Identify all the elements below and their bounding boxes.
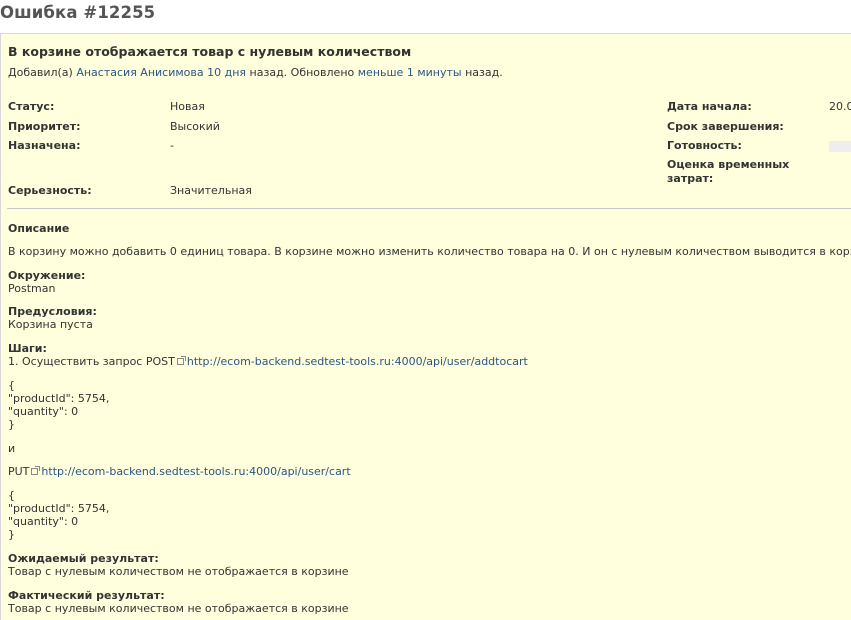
due-date-label: Срок завершения: <box>667 120 784 133</box>
description-intro: В корзину можно добавить 0 единиц товара… <box>8 245 851 258</box>
body1-line-1: { <box>8 379 15 392</box>
preconditions-value: Корзина пуста <box>8 318 93 331</box>
issue-page: Ошибка #12255 В корзине отображается тов… <box>0 0 851 620</box>
body1-line-4: } <box>8 418 15 431</box>
body2-line-1: { <box>8 489 15 502</box>
severity-value: Значительная <box>170 184 252 197</box>
updated-suffix: назад. <box>465 66 503 79</box>
status-value: Новая <box>170 100 205 113</box>
assigned-value: - <box>170 139 174 152</box>
put-request: PUT http://ecom-backend.sedtest-tools.ru:… <box>8 465 351 478</box>
issue-details-box: В корзине отображается товар с нулевым к… <box>0 33 851 620</box>
expected-label: Ожидаемый результат: <box>8 552 159 565</box>
preconditions-label: Предусловия: <box>8 305 97 318</box>
page-title: Ошибка #12255 <box>0 3 156 22</box>
external-link-icon <box>176 356 186 365</box>
created-ago-link[interactable]: 10 дня <box>207 66 246 79</box>
environment-label: Окружение: <box>8 269 86 282</box>
addtocart-url-link[interactable]: http://ecom-backend.sedtest-tools.ru:400… <box>187 355 528 368</box>
environment-value: Postman <box>8 282 56 295</box>
body1-line-3: "quantity": 0 <box>8 405 79 418</box>
divider <box>7 208 851 209</box>
estimate-label-line2: затрат: <box>667 172 714 185</box>
actual-label: Фактический результат: <box>8 589 165 602</box>
body2-line-2: "productId": 5754, <box>8 502 110 515</box>
priority-label: Приоритет: <box>8 120 81 133</box>
step-1: 1. Осуществить запрос POST http://ecom-ba… <box>8 355 528 368</box>
steps-label: Шаги: <box>8 342 47 355</box>
body2-line-4: } <box>8 528 15 541</box>
external-link-icon <box>31 466 41 475</box>
actual-value: Товар с нулевым количеством не отображае… <box>8 602 349 615</box>
author-line: Добавил(а) Анастасия Анисимова 10 дня на… <box>8 66 503 79</box>
start-date-value: 20.0 <box>829 100 851 113</box>
step-1-text: 1. Осуществить запрос POST <box>8 355 175 368</box>
description-heading: Описание <box>8 222 70 235</box>
assigned-label: Назначена: <box>8 139 81 152</box>
body2-line-3: "quantity": 0 <box>8 515 79 528</box>
and-text: и <box>8 442 16 455</box>
author-link[interactable]: Анастасия Анисимова <box>76 66 203 79</box>
author-prefix: Добавил(а) <box>8 66 73 79</box>
updated-prefix: назад. Обновлено <box>249 66 355 79</box>
done-ratio-progress-bar <box>829 141 851 152</box>
put-text: PUT <box>8 465 30 478</box>
severity-label: Серьезность: <box>8 184 92 197</box>
updated-ago-link[interactable]: меньше 1 минуты <box>358 66 462 79</box>
body1-line-2: "productId": 5754, <box>8 392 110 405</box>
start-date-label: Дата начала: <box>667 100 752 113</box>
issue-subject: В корзине отображается товар с нулевым к… <box>8 44 412 59</box>
priority-value: Высокий <box>170 120 220 133</box>
status-label: Статус: <box>8 100 55 113</box>
expected-value: Товар с нулевым количеством не отображае… <box>8 565 349 578</box>
done-ratio-label: Готовность: <box>667 139 742 152</box>
cart-url-link[interactable]: http://ecom-backend.sedtest-tools.ru:400… <box>41 465 350 478</box>
estimate-label-line1: Оценка временных <box>667 158 790 171</box>
